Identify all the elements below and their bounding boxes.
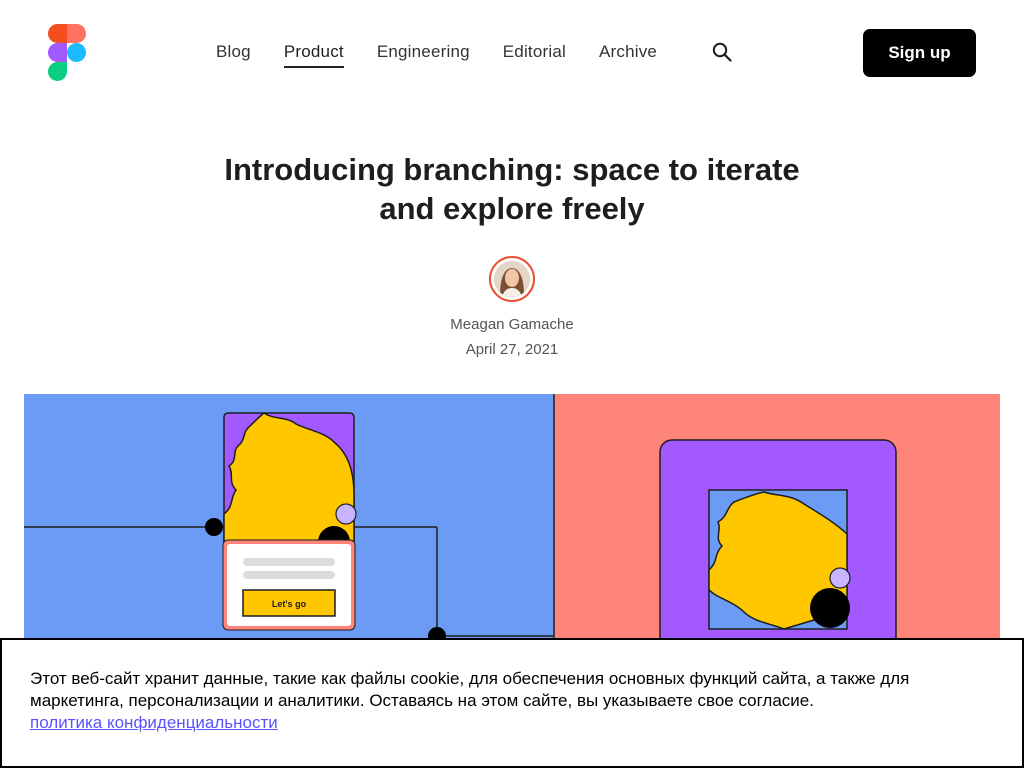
site-header: Blog Product Engineering Editorial Archi… (0, 0, 1024, 104)
branch-node-left (205, 518, 223, 536)
nav-archive[interactable]: Archive (599, 41, 657, 63)
article-title: Introducing branching: space to iterate … (160, 150, 864, 228)
author-name[interactable]: Meagan Gamache (0, 316, 1024, 333)
popup-card: Let's go (222, 539, 356, 631)
privacy-policy-link[interactable]: политика конфиденциальности (30, 712, 278, 734)
hero-illustration: Let's go (24, 394, 1000, 654)
title-line-2: and explore freely (379, 191, 645, 226)
nav-blog[interactable]: Blog (216, 41, 251, 63)
avatar-photo (494, 261, 530, 297)
author-avatar[interactable] (489, 256, 535, 302)
cookie-banner: Этот веб-сайт хранит данные, такие как ф… (0, 638, 1024, 768)
nav-editorial[interactable]: Editorial (503, 41, 566, 63)
main-nav: Blog Product Engineering Editorial Archi… (216, 41, 690, 69)
figma-logo[interactable] (48, 24, 86, 81)
title-line-1: Introducing branching: space to iterate (224, 152, 800, 187)
cookie-text: Этот веб-сайт хранит данные, такие как ф… (30, 669, 910, 710)
avatar-portrait-icon (494, 261, 530, 297)
nav-product[interactable]: Product (283, 41, 344, 68)
lets-go-label: Let's go (272, 599, 307, 609)
search-icon[interactable] (712, 42, 732, 62)
right-artboard (659, 439, 897, 654)
nav-engineering[interactable]: Engineering (377, 41, 470, 63)
signup-button[interactable]: Sign up (863, 29, 976, 77)
publish-date: April 27, 2021 (465, 341, 559, 358)
